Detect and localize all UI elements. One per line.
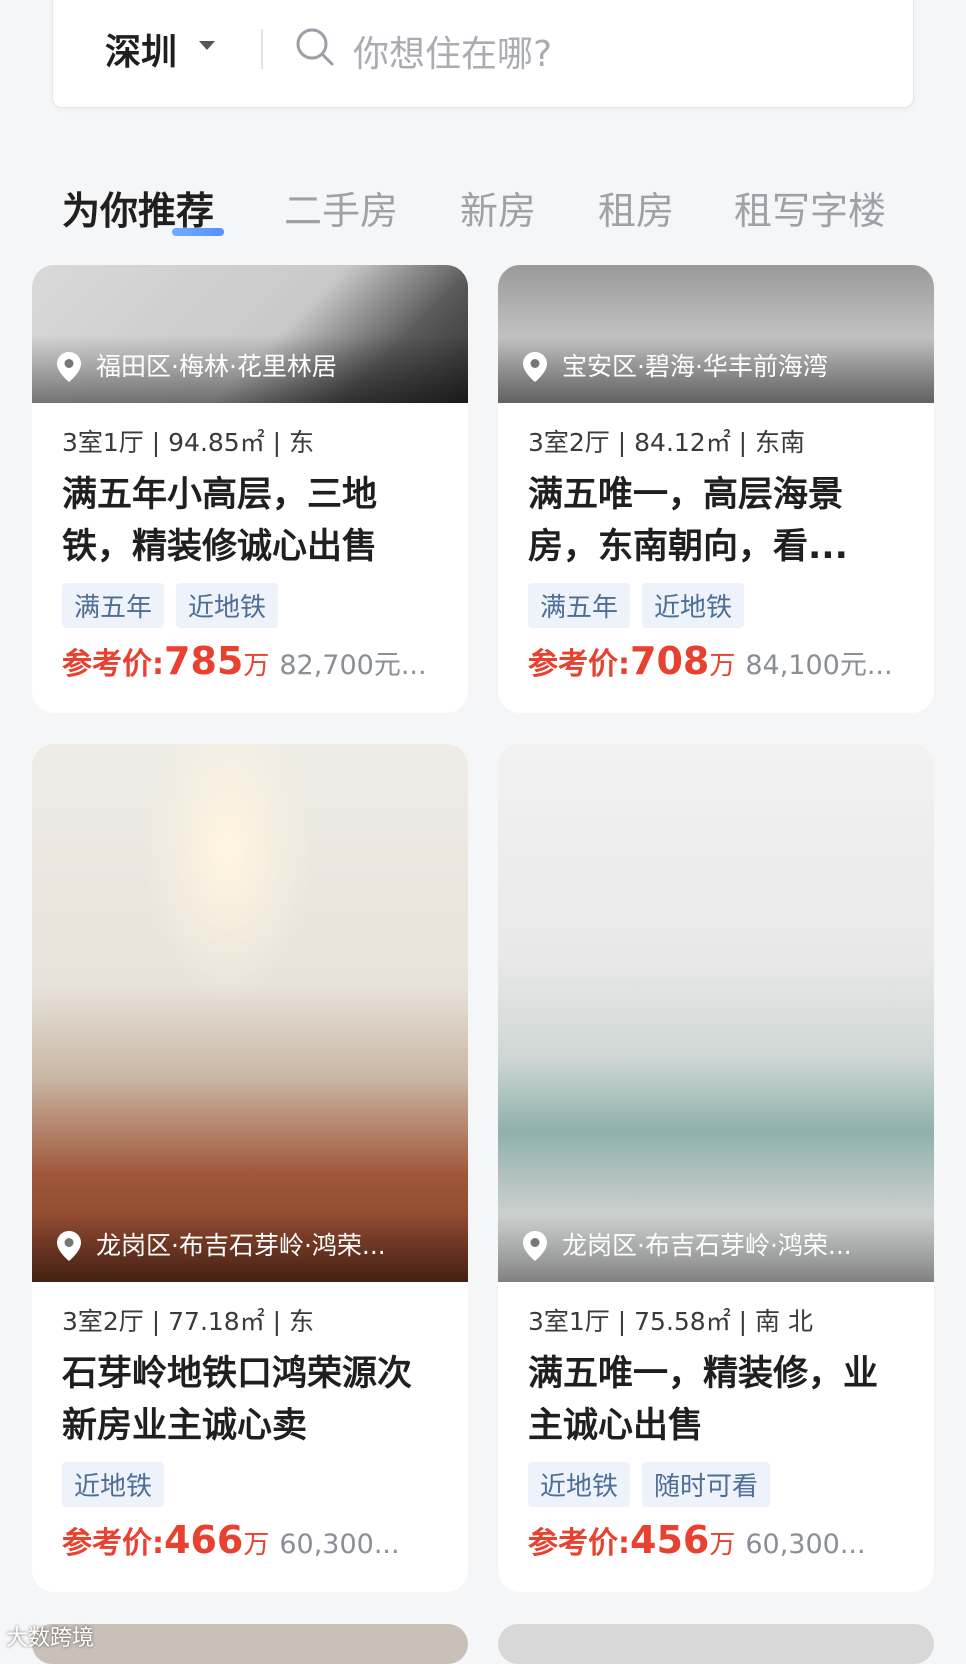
- search-icon: [296, 28, 334, 66]
- tag: 近地铁: [528, 1462, 631, 1507]
- price-label: 参考价:: [62, 647, 164, 682]
- price-row: 参考价:708万 84,100元...: [528, 639, 910, 683]
- listing-card[interactable]: 龙岗区·布吉石芽岭·鸿荣... 3室2厅 | 77.18㎡ | 东 石芽岭地铁口…: [32, 744, 468, 1592]
- listing-photo: 宝安区·碧海·华丰前海湾: [498, 265, 934, 403]
- active-tab-indicator: [172, 228, 224, 236]
- location-overlay: 宝安区·碧海·华丰前海湾: [498, 335, 934, 403]
- location-pin-icon: [57, 352, 81, 382]
- unit-price: 60,300...: [745, 1529, 866, 1560]
- tag: 满五年: [62, 583, 165, 628]
- price-unit: 万: [709, 651, 736, 681]
- unit-price: 60,300...: [279, 1529, 400, 1560]
- listing-card[interactable]: 龙岗区·布吉石芽岭·鸿荣... 3室1厅 | 75.58㎡ | 南 北 满五唯一…: [498, 744, 934, 1592]
- listing-card[interactable]: 福田区·梅林·花里林居 3室1厅 | 94.85㎡ | 东 满五年小高层，三地铁…: [32, 265, 468, 713]
- listing-location: 龙岗区·布吉石芽岭·鸿荣...: [96, 1231, 386, 1260]
- listing-title: 石芽岭地铁口鸿荣源次新房业主诚心卖: [62, 1354, 413, 1446]
- tab-new-homes[interactable]: 新房: [460, 180, 536, 235]
- price-row: 参考价:456万 60,300...: [528, 1518, 910, 1562]
- price-row: 参考价:466万 60,300...: [62, 1518, 444, 1562]
- tag: 满五年: [528, 583, 631, 628]
- price-value: 785: [164, 639, 244, 683]
- price-label: 参考价:: [528, 647, 630, 682]
- tag: 近地铁: [62, 1462, 165, 1507]
- listing-photo: 福田区·梅林·花里林居: [32, 265, 468, 403]
- listing-tags: 满五年 近地铁: [62, 583, 444, 628]
- price-row: 参考价:785万 82,700元...: [62, 639, 444, 683]
- listing-location: 福田区·梅林·花里林居: [96, 352, 337, 381]
- unit-price: 84,100元...: [745, 650, 893, 681]
- listing-info: 3室1厅 | 75.58㎡ | 南 北 满五唯一，精装修，业主诚心出售 近地铁随…: [528, 1302, 910, 1562]
- listing-meta: 3室1厅 | 75.58㎡ | 南 北: [528, 1307, 813, 1336]
- price-value: 466: [164, 1518, 244, 1562]
- listing-meta: 3室2厅 | 84.12㎡ | 东南: [528, 428, 806, 457]
- listing-photo: 龙岗区·布吉石芽岭·鸿荣...: [32, 744, 468, 1282]
- divider: [261, 29, 263, 69]
- listing-card[interactable]: [32, 1624, 468, 1664]
- price-label: 参考价:: [62, 1526, 164, 1561]
- location-pin-icon: [57, 1231, 81, 1261]
- listing-title: 满五年小高层，三地铁，精装修诚心出售: [62, 475, 378, 567]
- listing-title: 满五唯一，精装修，业主诚心出售: [528, 1354, 879, 1446]
- watermark: 大数跨境: [6, 1626, 95, 1651]
- listing-card[interactable]: 宝安区·碧海·华丰前海湾 3室2厅 | 84.12㎡ | 东南 满五唯一，高层海…: [498, 265, 934, 713]
- listing-tags: 满五年 近地铁: [528, 583, 910, 628]
- tab-office-rent[interactable]: 租写字楼: [734, 180, 886, 235]
- listing-card[interactable]: [498, 1624, 934, 1664]
- listing-info: 3室1厅 | 94.85㎡ | 东 满五年小高层，三地铁，精装修诚心出售 满五年…: [62, 423, 444, 683]
- tag: 随时可看: [642, 1462, 771, 1507]
- search-bar[interactable]: 深圳 你想住在哪?: [52, 0, 914, 108]
- listing-location: 宝安区·碧海·华丰前海湾: [562, 352, 828, 381]
- unit-price: 82,700元...: [279, 650, 427, 681]
- search-input[interactable]: 你想住在哪?: [353, 25, 552, 77]
- tab-recommend[interactable]: 为你推荐: [62, 180, 214, 235]
- listing-meta: 3室2厅 | 77.18㎡ | 东: [62, 1307, 315, 1336]
- location-pin-icon: [523, 1231, 547, 1261]
- location-overlay: 龙岗区·布吉石芽岭·鸿荣...: [498, 1214, 934, 1282]
- location-overlay: 龙岗区·布吉石芽岭·鸿荣...: [32, 1214, 468, 1282]
- location-overlay: 福田区·梅林·花里林居: [32, 335, 468, 403]
- tab-rent[interactable]: 租房: [598, 180, 674, 235]
- city-selector[interactable]: 深圳: [105, 23, 177, 75]
- price-label: 参考价:: [528, 1526, 630, 1561]
- price-unit: 万: [243, 1530, 270, 1560]
- chevron-down-icon[interactable]: [199, 41, 215, 50]
- listing-title: 满五唯一，高层海景房，东南朝向，看...: [528, 475, 848, 567]
- price-value: 456: [630, 1518, 710, 1562]
- price-unit: 万: [243, 651, 270, 681]
- listing-info: 3室2厅 | 84.12㎡ | 东南 满五唯一，高层海景房，东南朝向，看... …: [528, 423, 910, 683]
- price-unit: 万: [709, 1530, 736, 1560]
- listing-meta: 3室1厅 | 94.85㎡ | 东: [62, 428, 315, 457]
- listing-location: 龙岗区·布吉石芽岭·鸿荣...: [562, 1231, 852, 1260]
- listing-info: 3室2厅 | 77.18㎡ | 东 石芽岭地铁口鸿荣源次新房业主诚心卖 近地铁 …: [62, 1302, 444, 1562]
- listing-tags: 近地铁 随时可看: [528, 1462, 910, 1507]
- tab-second-hand[interactable]: 二手房: [284, 180, 398, 235]
- listing-photo: 龙岗区·布吉石芽岭·鸿荣...: [498, 744, 934, 1282]
- listing-tags: 近地铁: [62, 1462, 444, 1507]
- category-tabs: 为你推荐 二手房 新房 租房 租写字楼: [0, 180, 966, 240]
- location-pin-icon: [523, 352, 547, 382]
- tag: 近地铁: [642, 583, 745, 628]
- price-value: 708: [630, 639, 710, 683]
- tag: 近地铁: [176, 583, 279, 628]
